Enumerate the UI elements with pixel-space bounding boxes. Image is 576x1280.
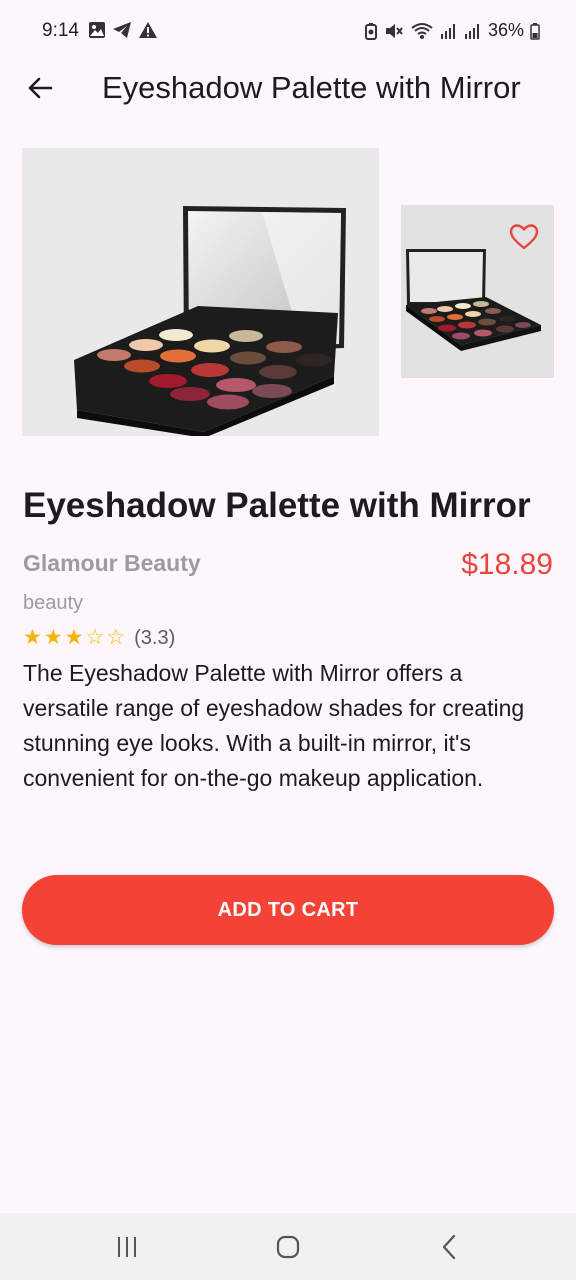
product-name: Eyeshadow Palette with Mirror [23, 486, 531, 525]
home-icon [276, 1235, 300, 1259]
product-image-gallery[interactable] [22, 148, 576, 438]
alert-icon [139, 22, 157, 38]
star-outline-icon: ☆ [85, 626, 105, 649]
home-button[interactable] [268, 1231, 308, 1263]
star-outline-icon: ☆ [106, 626, 126, 649]
app-bar: Eyeshadow Palette with Mirror [0, 60, 576, 116]
wifi-icon [411, 22, 433, 39]
product-price: $18.89 [461, 548, 553, 581]
product-rating: ★ ★ ★ ☆ ☆ (3.3) [23, 626, 175, 650]
back-nav-button[interactable] [430, 1231, 470, 1263]
product-category: beauty [23, 592, 84, 614]
product-brand: Glamour Beauty [23, 550, 201, 576]
signal-icon [440, 23, 455, 39]
telegram-icon [113, 22, 131, 38]
product-image-main[interactable] [22, 148, 379, 438]
recent-apps-icon [118, 1237, 136, 1257]
app-bar-title: Eyeshadow Palette with Mirror [102, 70, 521, 105]
recent-apps-button[interactable] [107, 1231, 147, 1263]
rating-value: (3.3) [134, 626, 176, 649]
back-button[interactable] [20, 68, 60, 108]
signal-icon [464, 23, 479, 39]
chevron-left-icon [442, 1234, 456, 1260]
star-filled-icon: ★ [64, 626, 84, 649]
eyeshadow-palette-image [74, 206, 346, 438]
mute-icon [385, 23, 403, 38]
favorite-button[interactable] [508, 221, 540, 253]
status-system-icons: 36% [364, 20, 540, 41]
rating-stars: ★ ★ ★ ☆ ☆ [23, 626, 125, 650]
image-icon [89, 22, 105, 38]
battery-percentage: 36% [487, 20, 524, 40]
battery-icon [530, 22, 540, 40]
heart-outline-icon [509, 224, 539, 250]
status-notification-icons [88, 21, 158, 39]
battery-saver-icon [364, 22, 377, 40]
product-image-thumbnail[interactable] [401, 205, 554, 378]
product-description: The Eyeshadow Palette with Mirror offers… [23, 660, 525, 791]
arrow-back-icon [28, 77, 53, 99]
system-navigation-bar [0, 1213, 576, 1280]
star-filled-icon: ★ [23, 626, 42, 649]
add-to-cart-button[interactable]: ADD TO CART [22, 875, 554, 945]
status-time: 9:14 [42, 20, 79, 41]
status-bar: 9:14 36% [0, 0, 576, 64]
star-filled-icon: ★ [43, 626, 63, 649]
